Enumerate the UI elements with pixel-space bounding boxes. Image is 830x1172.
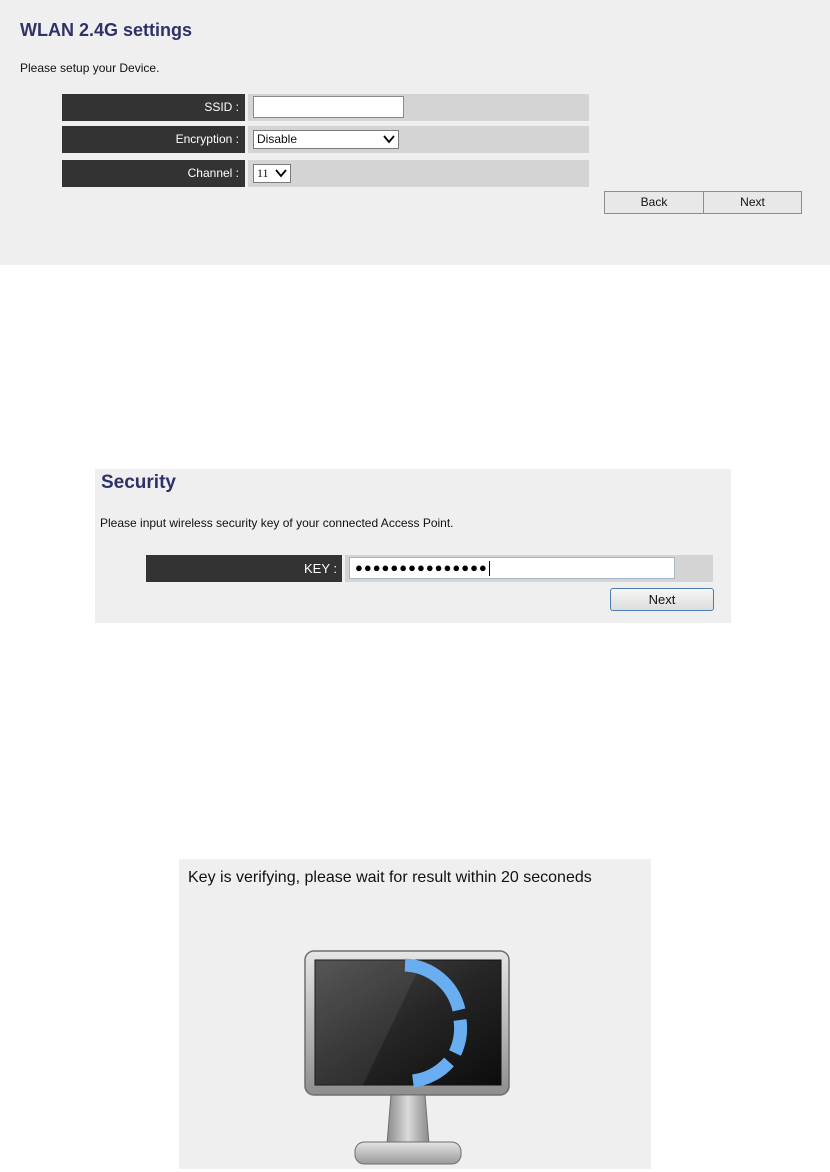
chevron-down-icon — [275, 169, 287, 178]
key-row: KEY : ●●●●●●●●●●●●●●● — [146, 555, 713, 582]
verify-panel: Key is verifying, please wait for result… — [179, 859, 651, 1169]
page-subtitle: Please setup your Device. — [20, 61, 160, 75]
channel-row: Channel : 11 — [62, 160, 589, 187]
chevron-down-icon — [383, 135, 395, 144]
channel-select[interactable]: 11 — [253, 164, 291, 183]
ssid-field-cell — [248, 94, 589, 121]
wlan-settings-panel: WLAN 2.4G settings Please setup your Dev… — [0, 0, 830, 265]
encryption-select[interactable]: Disable — [253, 130, 399, 149]
verify-message: Key is verifying, please wait for result… — [188, 869, 592, 886]
channel-field-cell: 11 — [248, 160, 589, 187]
monitor-loading-icon — [304, 950, 510, 1165]
ssid-label: SSID : — [62, 94, 245, 121]
key-label: KEY : — [146, 555, 342, 582]
security-title: Security — [101, 472, 176, 493]
encryption-field-cell: Disable — [248, 126, 589, 153]
page-title: WLAN 2.4G settings — [20, 20, 193, 40]
key-password-input[interactable]: ●●●●●●●●●●●●●●● — [349, 557, 675, 579]
next-button[interactable]: Next — [703, 191, 802, 214]
security-panel: Security Please input wireless security … — [95, 469, 731, 623]
back-button[interactable]: Back — [604, 191, 704, 214]
security-subtitle: Please input wireless security key of yo… — [100, 516, 454, 530]
ssid-row: SSID : — [62, 94, 589, 121]
channel-selected-value: 11 — [257, 166, 269, 180]
text-caret — [488, 561, 490, 577]
encryption-row: Encryption : Disable — [62, 126, 589, 153]
key-field-cell: ●●●●●●●●●●●●●●● — [345, 555, 713, 582]
ssid-input[interactable] — [253, 96, 404, 118]
encryption-label: Encryption : — [62, 126, 245, 153]
key-masked-value: ●●●●●●●●●●●●●●● — [355, 560, 488, 575]
encryption-selected-value: Disable — [257, 132, 298, 146]
security-next-button[interactable]: Next — [610, 588, 714, 611]
channel-label: Channel : — [62, 160, 245, 187]
